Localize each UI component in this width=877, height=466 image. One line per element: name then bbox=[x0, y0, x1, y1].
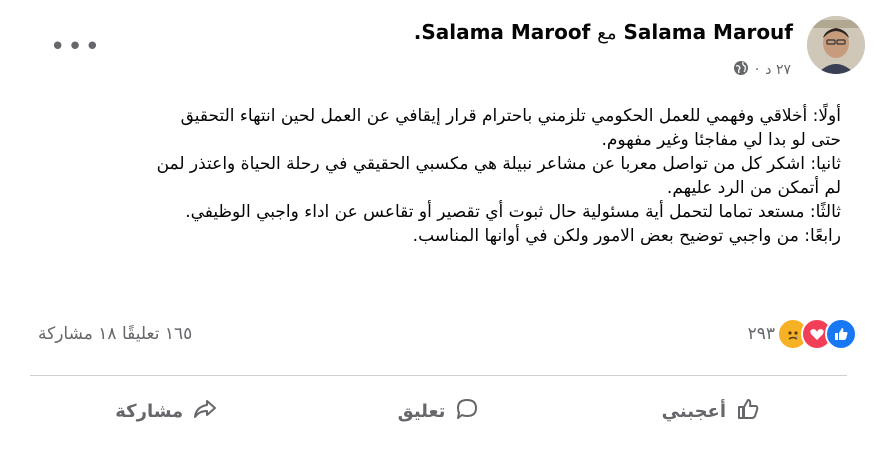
post-header: Salama Marouf مع Salama Maroof. bbox=[414, 20, 793, 44]
meta-separator: · bbox=[754, 62, 760, 78]
share-label: مشاركة bbox=[115, 400, 184, 422]
comment-label: تعليق bbox=[397, 400, 446, 422]
reaction-icons bbox=[777, 318, 857, 350]
post-meta: ٢٧ د · bbox=[733, 60, 791, 80]
post-line: رابعًا: من واجبي توضيح بعض الامور ولكن ف… bbox=[412, 226, 841, 246]
reaction-count: ٢٩٣ bbox=[747, 324, 775, 344]
share-icon bbox=[193, 397, 217, 426]
avatar[interactable] bbox=[807, 16, 865, 74]
post-body: أولًا: أخلاقي وفهمي للعمل الحكومي تلزمني… bbox=[41, 104, 841, 248]
thumbs-up-icon bbox=[736, 397, 760, 426]
divider bbox=[30, 375, 847, 376]
post-line: ثالثًا: مستعد تماما لتحمل أية مسئولية حا… bbox=[185, 202, 841, 222]
comment-icon bbox=[455, 397, 479, 426]
comment-button[interactable]: تعليق bbox=[302, 388, 574, 434]
like-icon bbox=[825, 318, 857, 350]
author-name[interactable]: Salama Marouf bbox=[624, 20, 794, 44]
post-line: لم أتمكن من الرد عليهم. bbox=[666, 178, 841, 198]
share-button[interactable]: مشاركة bbox=[30, 388, 302, 434]
post-line: أولًا: أخلاقي وفهمي للعمل الحكومي تلزمني… bbox=[180, 106, 841, 126]
post-line: حتى لو بدا لي مفاجئا وغير مفهوم. bbox=[601, 130, 842, 150]
globe-icon bbox=[733, 60, 749, 80]
more-options-icon[interactable]: ••• bbox=[50, 32, 102, 62]
engagement-counts: ١٦٥ تعليقًا ١٨ مشاركة bbox=[38, 324, 192, 344]
shares-count[interactable]: ١٨ مشاركة bbox=[38, 324, 117, 344]
action-bar: أعجبني تعليق مشاركة bbox=[30, 388, 847, 434]
with-label: مع bbox=[597, 23, 617, 44]
post-time[interactable]: ٢٧ د bbox=[765, 62, 791, 78]
like-button[interactable]: أعجبني bbox=[575, 388, 847, 434]
post-line: ثانيا: اشكر كل من تواصل معربا عن مشاعر ن… bbox=[156, 154, 841, 174]
tagged-name[interactable]: Salama Maroof bbox=[421, 20, 590, 44]
post-card: Salama Marouf مع Salama Maroof. ٢٧ د · •… bbox=[0, 0, 877, 466]
comments-count[interactable]: ١٦٥ تعليقًا bbox=[122, 324, 192, 344]
reactions-summary[interactable]: ٢٩٣ bbox=[748, 318, 857, 350]
like-label: أعجبني bbox=[661, 400, 727, 422]
